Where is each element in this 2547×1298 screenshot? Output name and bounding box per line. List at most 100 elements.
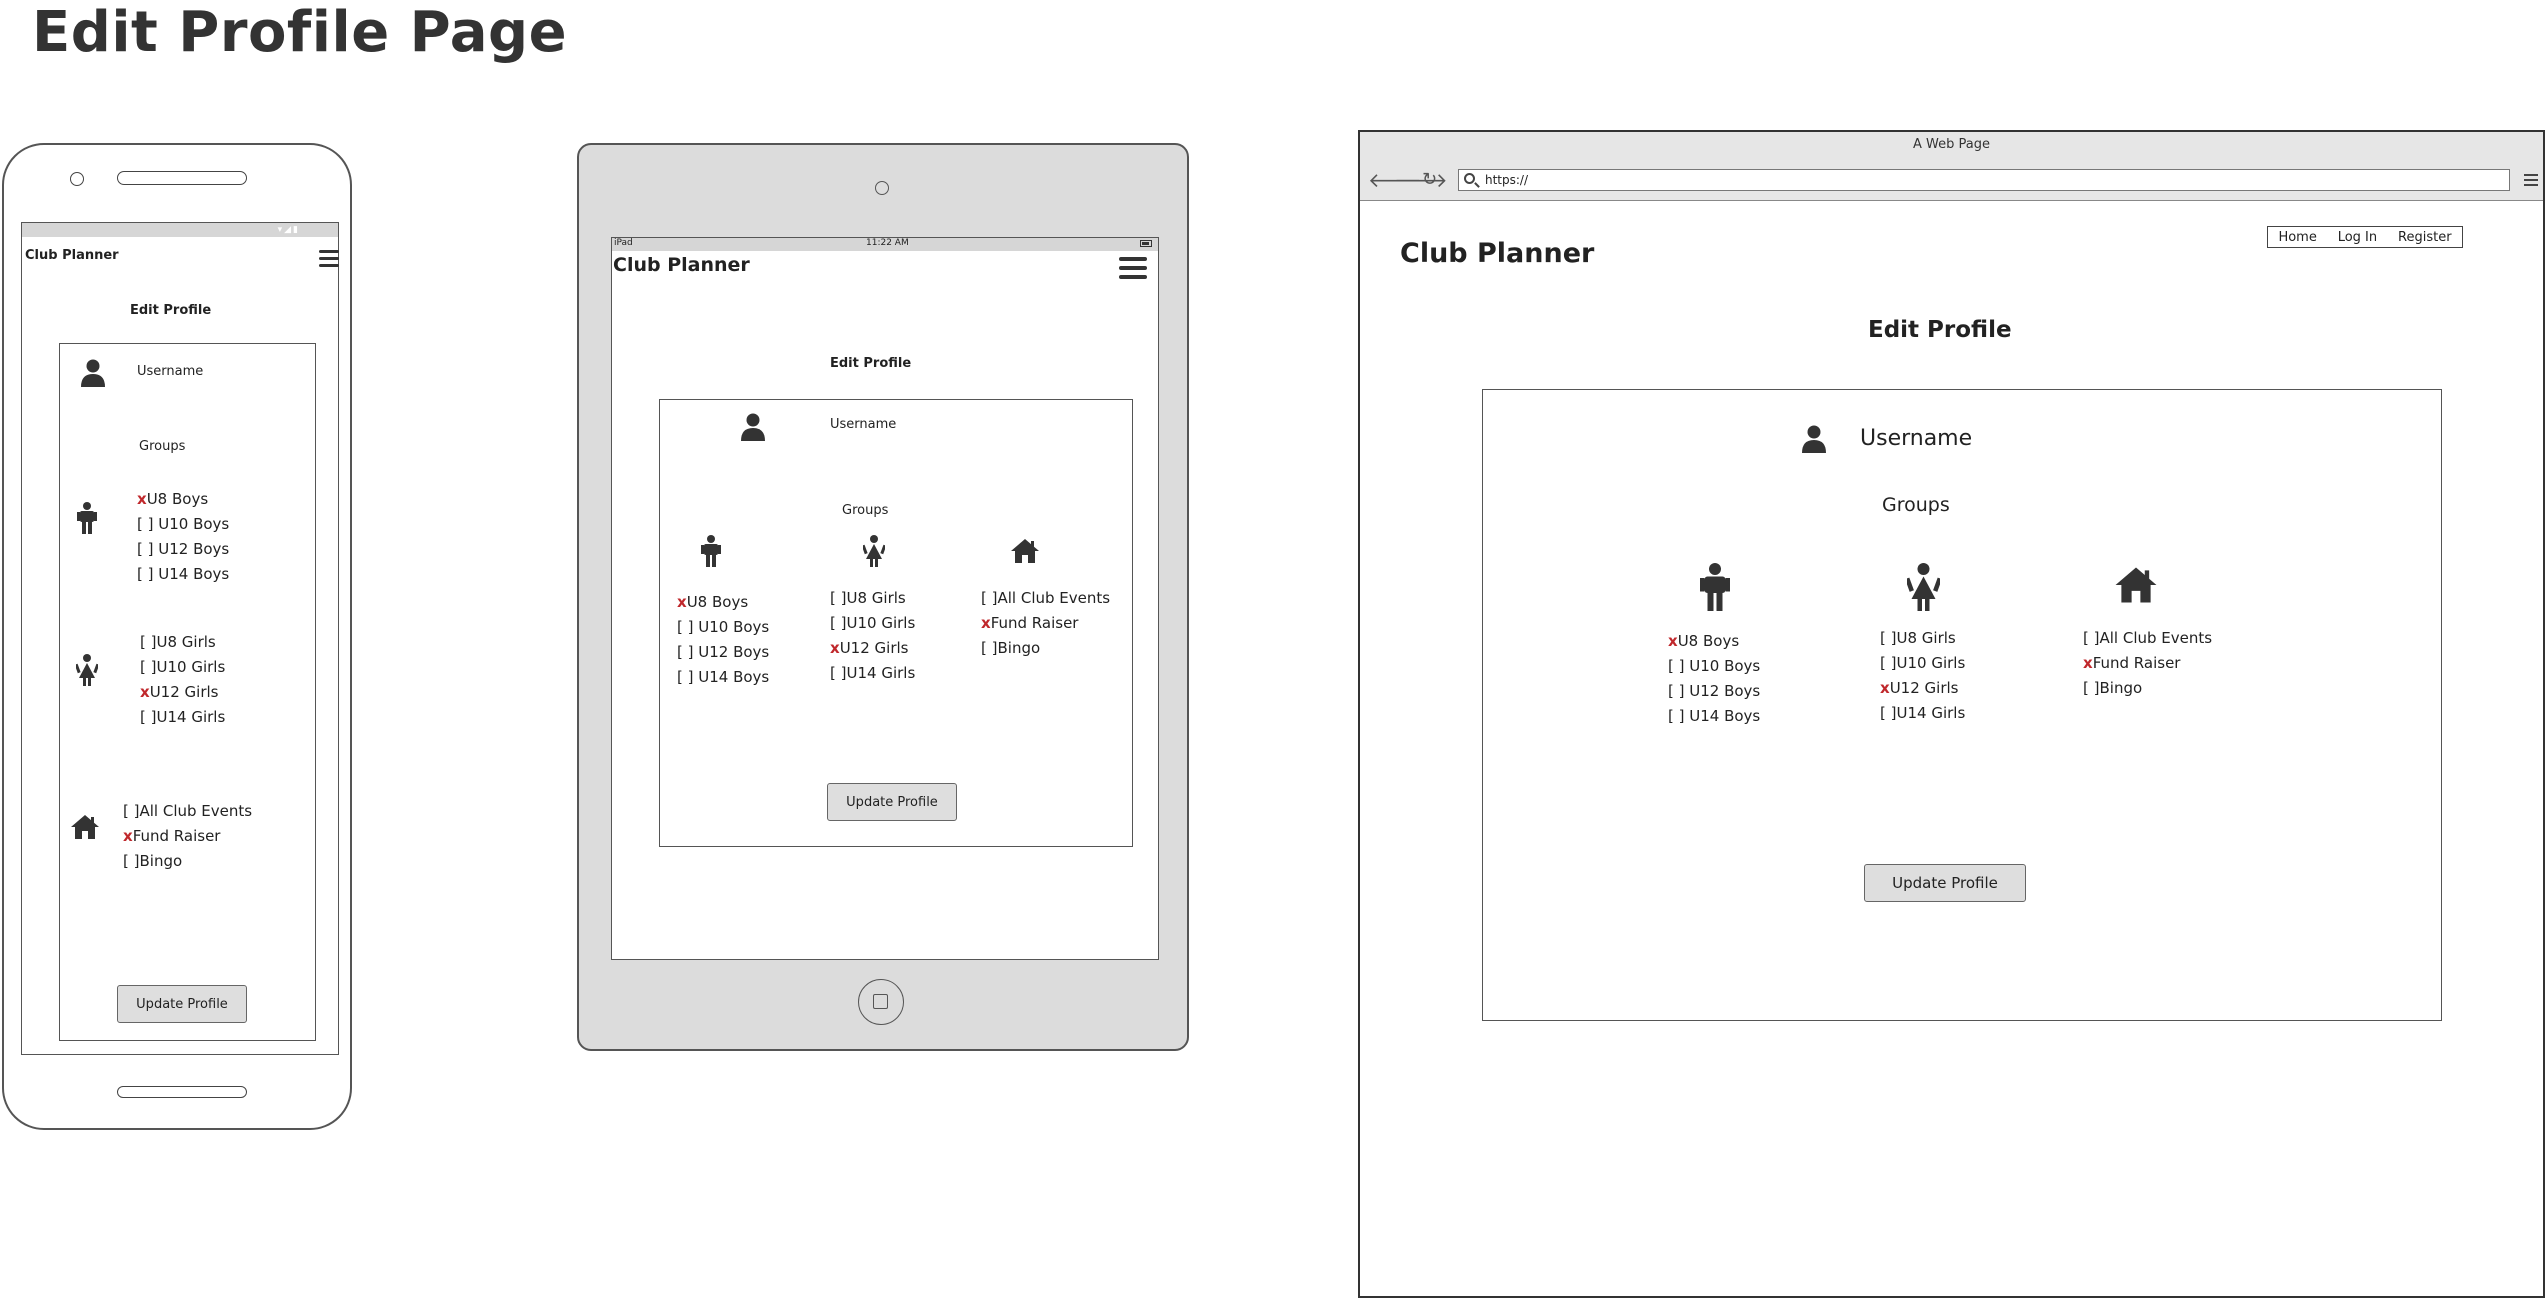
group-option[interactable]: [ ]U8 Girls: [830, 586, 915, 611]
username-label: Username: [137, 364, 204, 379]
group-option[interactable]: [ ] U14 Boys: [1668, 704, 1760, 729]
group-option[interactable]: [ ]Bingo: [2083, 676, 2212, 701]
group-option[interactable]: [ ] U12 Boys: [1668, 679, 1760, 704]
update-profile-button[interactable]: Update Profile: [117, 985, 247, 1023]
group-option[interactable]: xU12 Girls: [1880, 676, 1965, 701]
browser-menu-icon[interactable]: [2524, 174, 2538, 189]
phone-status-bar: ▾◢▮: [22, 223, 338, 237]
update-profile-button[interactable]: Update Profile: [1864, 864, 2026, 902]
group-option[interactable]: xU8 Boys: [137, 487, 229, 512]
url-bar[interactable]: https://: [1458, 169, 2510, 191]
url-text: https://: [1485, 173, 1529, 187]
group-option[interactable]: [ ] U10 Boys: [137, 512, 229, 537]
group-option[interactable]: [ ]Bingo: [123, 849, 252, 874]
phone-speaker: [117, 171, 247, 185]
group-option[interactable]: [ ]U14 Girls: [1880, 701, 1965, 726]
group-option[interactable]: xU12 Girls: [830, 636, 915, 661]
home-icon: [70, 814, 100, 840]
battery-icon: [1140, 240, 1152, 247]
girl-icon: [863, 535, 885, 567]
hamburger-icon[interactable]: [1119, 257, 1147, 279]
girls-group-list: [ ]U8 Girls [ ]U10 Girls xU12 Girls [ ]U…: [830, 586, 915, 686]
boys-group-list: xU8 Boys [ ] U10 Boys [ ] U12 Boys [ ] U…: [1668, 629, 1760, 729]
top-nav: Home Log In Register: [2267, 226, 2463, 248]
group-option[interactable]: [ ] U12 Boys: [677, 640, 769, 665]
nav-register-link[interactable]: Register: [2398, 230, 2452, 245]
hamburger-icon[interactable]: [319, 250, 339, 267]
boy-icon: [77, 502, 97, 534]
profile-form: Username Groups xU8 Boys [ ] U10 Boys [ …: [659, 399, 1133, 847]
group-option[interactable]: [ ]U14 Girls: [830, 661, 915, 686]
group-option[interactable]: [ ]All Club Events: [981, 586, 1110, 611]
phone-home-bar: [117, 1086, 247, 1098]
group-option[interactable]: xU8 Boys: [1668, 629, 1760, 654]
user-icon: [741, 413, 765, 441]
update-profile-button[interactable]: Update Profile: [827, 783, 957, 821]
page-title: Edit Profile Page: [32, 0, 568, 65]
tablet-status-bar: iPad 11:22 AM: [612, 238, 1158, 251]
boys-group-list: xU8 Boys [ ] U10 Boys [ ] U12 Boys [ ] U…: [137, 487, 229, 587]
group-option[interactable]: xFund Raiser: [981, 611, 1110, 636]
group-option[interactable]: [ ] U12 Boys: [137, 537, 229, 562]
group-option[interactable]: [ ]Bingo: [981, 636, 1110, 661]
girls-group-list: [ ]U8 Girls [ ]U10 Girls xU12 Girls [ ]U…: [1880, 626, 1965, 726]
phone-camera: [70, 172, 84, 186]
group-option[interactable]: xFund Raiser: [2083, 651, 2212, 676]
tablet-camera: [875, 181, 889, 195]
groups-label: Groups: [1882, 494, 1950, 516]
app-logo[interactable]: Club Planner: [1400, 238, 1594, 269]
username-label: Username: [830, 417, 897, 432]
user-icon: [1802, 425, 1826, 453]
profile-form: Username Groups xU8 Boys [ ] U10 Boys [ …: [59, 343, 316, 1041]
nav-login-link[interactable]: Log In: [2338, 230, 2377, 245]
browser-window-title: A Web Page: [1360, 132, 2543, 163]
browser-mockup: A Web Page 🡐 🡒 ↻ https:// Club Planner H…: [1358, 130, 2545, 1298]
boys-group-list: xU8 Boys [ ] U10 Boys [ ] U12 Boys [ ] U…: [677, 590, 769, 690]
browser-toolbar: 🡐 🡒 ↻ https://: [1360, 162, 2543, 201]
phone-screen: ▾◢▮ Club Planner Edit Profile Username G…: [21, 222, 339, 1055]
page-heading: Edit Profile: [130, 303, 212, 318]
profile-form: Username Groups xU8 Boys [ ] U10 Boys [ …: [1482, 389, 2442, 1021]
app-logo[interactable]: Club Planner: [25, 248, 119, 263]
events-group-list: [ ]All Club Events xFund Raiser [ ]Bingo: [123, 799, 252, 874]
signal-icon: ▾◢▮: [277, 225, 300, 235]
group-option[interactable]: [ ]U8 Girls: [140, 630, 225, 655]
group-option[interactable]: [ ]U8 Girls: [1880, 626, 1965, 651]
boy-icon: [701, 535, 721, 567]
group-option[interactable]: [ ]U10 Girls: [140, 655, 225, 680]
search-icon: [1464, 173, 1475, 184]
group-option[interactable]: [ ]U14 Girls: [140, 705, 225, 730]
group-option[interactable]: [ ] U10 Boys: [677, 615, 769, 640]
group-option[interactable]: xU8 Boys: [677, 590, 769, 615]
user-icon: [81, 359, 105, 387]
groups-label: Groups: [139, 439, 186, 454]
group-option[interactable]: [ ] U14 Boys: [677, 665, 769, 690]
girl-icon: [76, 654, 98, 686]
page-heading: Edit Profile: [830, 356, 912, 371]
girl-icon: [1907, 563, 1940, 611]
events-group-list: [ ]All Club Events xFund Raiser [ ]Bingo: [2083, 626, 2212, 701]
reload-icon[interactable]: ↻: [1422, 170, 1437, 190]
group-option[interactable]: [ ]U10 Girls: [1880, 651, 1965, 676]
tablet-home-button: [858, 979, 904, 1025]
group-option[interactable]: xFund Raiser: [123, 824, 252, 849]
phone-mockup: ▾◢▮ Club Planner Edit Profile Username G…: [2, 143, 352, 1130]
group-option[interactable]: [ ] U14 Boys: [137, 562, 229, 587]
group-option[interactable]: [ ] U10 Boys: [1668, 654, 1760, 679]
home-icon: [2114, 566, 2158, 604]
home-icon: [1010, 538, 1040, 564]
status-time: 11:22 AM: [866, 238, 909, 248]
carrier-label: iPad: [614, 238, 633, 248]
page-heading: Edit Profile: [1868, 317, 2012, 343]
tablet-mockup: iPad 11:22 AM Club Planner Edit Profile …: [577, 143, 1189, 1051]
nav-home-link[interactable]: Home: [2278, 230, 2316, 245]
tablet-screen: iPad 11:22 AM Club Planner Edit Profile …: [611, 237, 1159, 960]
boy-icon: [1700, 563, 1730, 611]
girls-group-list: [ ]U8 Girls [ ]U10 Girls xU12 Girls [ ]U…: [140, 630, 225, 730]
group-option[interactable]: xU12 Girls: [140, 680, 225, 705]
group-option[interactable]: [ ]U10 Girls: [830, 611, 915, 636]
forward-arrow-icon[interactable]: 🡒: [1394, 170, 1448, 190]
app-logo[interactable]: Club Planner: [613, 254, 750, 276]
group-option[interactable]: [ ]All Club Events: [2083, 626, 2212, 651]
group-option[interactable]: [ ]All Club Events: [123, 799, 252, 824]
